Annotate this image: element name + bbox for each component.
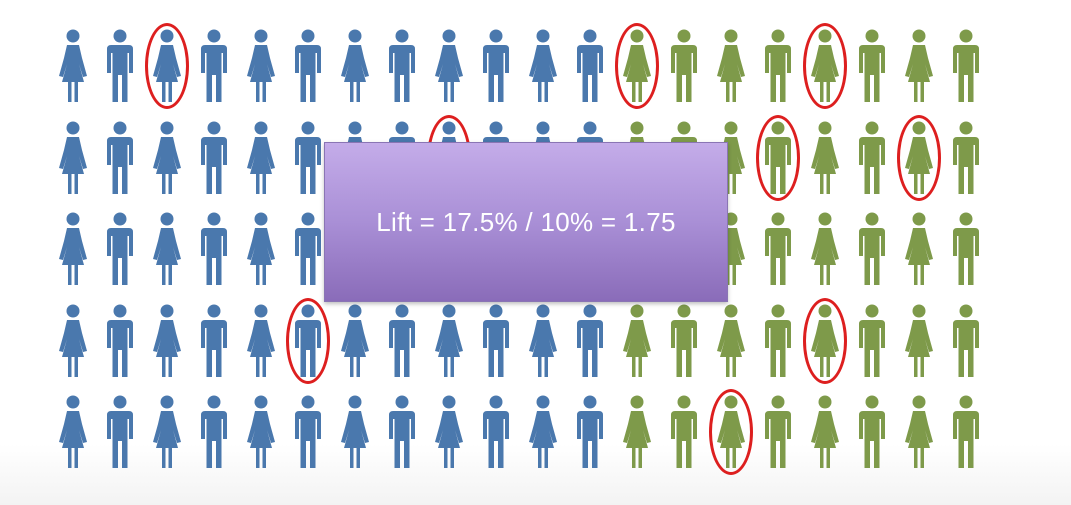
female-person-icon <box>244 394 278 470</box>
male-person-icon <box>855 394 889 470</box>
male-person-icon <box>103 120 137 196</box>
female-person-icon <box>150 394 184 470</box>
female-person-icon <box>808 28 842 104</box>
male-person-icon <box>761 303 795 379</box>
female-person-icon <box>526 394 560 470</box>
male-person-icon <box>103 211 137 287</box>
male-person-icon <box>667 394 701 470</box>
female-person-icon <box>714 303 748 379</box>
female-person-icon <box>432 394 466 470</box>
male-person-icon <box>197 120 231 196</box>
male-person-icon <box>479 28 513 104</box>
female-person-icon <box>150 28 184 104</box>
slide: Lift = 17.5% / 10% = 1.75 <box>0 0 1071 505</box>
female-person-icon <box>620 394 654 470</box>
male-person-icon <box>949 211 983 287</box>
male-person-icon <box>197 28 231 104</box>
female-person-icon <box>244 120 278 196</box>
female-person-icon <box>808 120 842 196</box>
male-person-icon <box>949 303 983 379</box>
female-person-icon <box>56 120 90 196</box>
lift-formula-text: Lift = 17.5% / 10% = 1.75 <box>376 206 676 237</box>
female-person-icon <box>244 303 278 379</box>
female-person-icon <box>150 120 184 196</box>
male-person-icon <box>949 394 983 470</box>
male-person-icon <box>855 303 889 379</box>
male-person-icon <box>667 28 701 104</box>
male-person-icon <box>761 28 795 104</box>
male-person-icon <box>103 303 137 379</box>
male-person-icon <box>385 28 419 104</box>
female-person-icon <box>432 303 466 379</box>
female-person-icon <box>432 28 466 104</box>
female-person-icon <box>808 211 842 287</box>
female-person-icon <box>902 211 936 287</box>
female-person-icon <box>150 303 184 379</box>
female-person-icon <box>244 211 278 287</box>
male-person-icon <box>949 120 983 196</box>
female-person-icon <box>338 394 372 470</box>
male-person-icon <box>573 303 607 379</box>
male-person-icon <box>291 211 325 287</box>
male-person-icon <box>291 120 325 196</box>
female-person-icon <box>902 303 936 379</box>
male-person-icon <box>479 303 513 379</box>
male-person-icon <box>103 394 137 470</box>
male-person-icon <box>949 28 983 104</box>
male-person-icon <box>385 303 419 379</box>
male-person-icon <box>291 28 325 104</box>
female-person-icon <box>620 303 654 379</box>
male-person-icon <box>761 394 795 470</box>
male-person-icon <box>197 303 231 379</box>
male-person-icon <box>103 28 137 104</box>
male-person-icon <box>385 394 419 470</box>
male-person-icon <box>197 211 231 287</box>
male-person-icon <box>855 211 889 287</box>
male-person-icon <box>573 394 607 470</box>
male-person-icon <box>761 211 795 287</box>
male-person-icon <box>761 120 795 196</box>
female-person-icon <box>244 28 278 104</box>
female-person-icon <box>150 211 184 287</box>
female-person-icon <box>902 120 936 196</box>
female-person-icon <box>526 303 560 379</box>
female-person-icon <box>808 303 842 379</box>
male-person-icon <box>667 303 701 379</box>
female-person-icon <box>56 211 90 287</box>
female-person-icon <box>808 394 842 470</box>
female-person-icon <box>620 28 654 104</box>
male-person-icon <box>855 120 889 196</box>
female-person-icon <box>526 28 560 104</box>
female-person-icon <box>714 394 748 470</box>
female-person-icon <box>56 394 90 470</box>
male-person-icon <box>855 28 889 104</box>
female-person-icon <box>338 303 372 379</box>
male-person-icon <box>291 303 325 379</box>
female-person-icon <box>902 28 936 104</box>
female-person-icon <box>56 28 90 104</box>
male-person-icon <box>197 394 231 470</box>
female-person-icon <box>902 394 936 470</box>
male-person-icon <box>291 394 325 470</box>
male-person-icon <box>573 28 607 104</box>
female-person-icon <box>56 303 90 379</box>
lift-callout-box: Lift = 17.5% / 10% = 1.75 <box>324 142 728 302</box>
female-person-icon <box>714 28 748 104</box>
female-person-icon <box>338 28 372 104</box>
male-person-icon <box>479 394 513 470</box>
